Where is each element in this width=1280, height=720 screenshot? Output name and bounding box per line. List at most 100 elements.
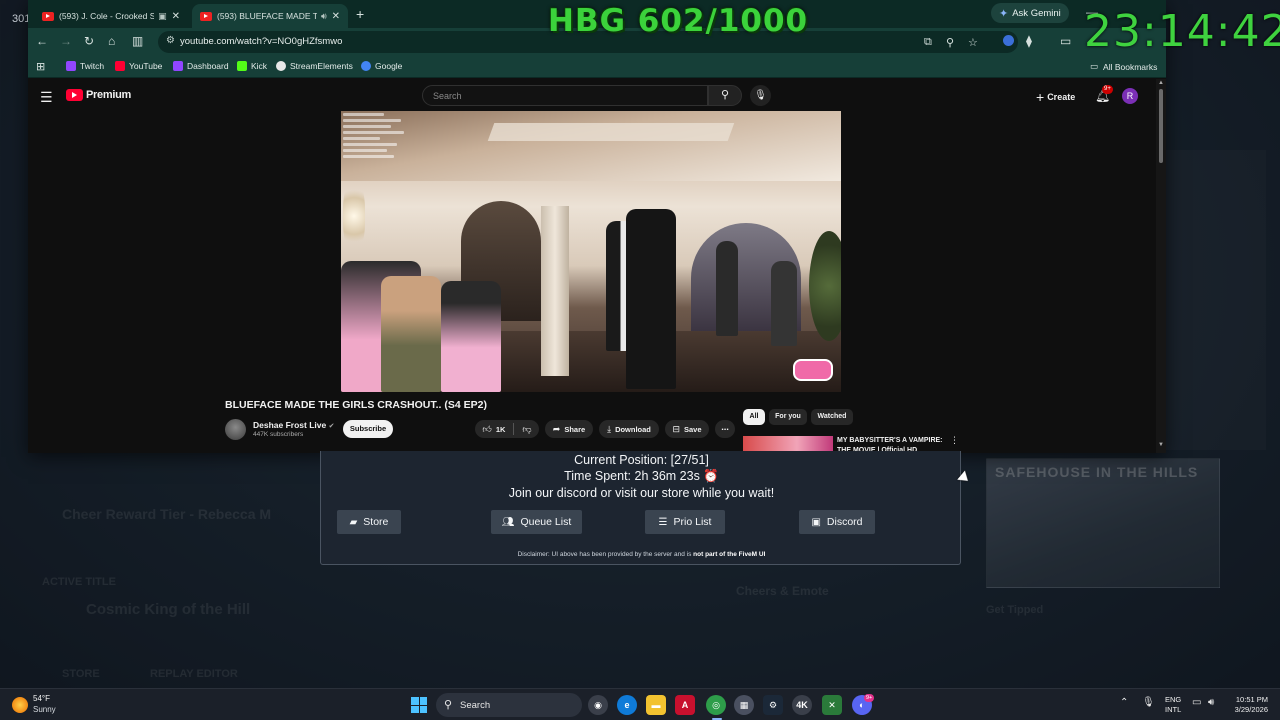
taskbar-search[interactable]: ⚲ Search	[436, 693, 582, 717]
thumbs-up-icon[interactable]: 👍︎	[482, 424, 491, 435]
download-button[interactable]: ⤓ Download	[599, 420, 659, 438]
share-label: Share	[564, 424, 586, 434]
taskbar-time: 10:51 PM	[1235, 695, 1268, 704]
app-icon[interactable]: ▦	[734, 695, 754, 715]
discord-badge: 9+	[864, 694, 875, 702]
adobe-icon[interactable]: A	[675, 695, 695, 715]
youtube-icon	[115, 61, 125, 71]
ask-gemini-button[interactable]: ✦ Ask Gemini	[991, 3, 1069, 23]
language-indicator[interactable]: ENG INTL	[1165, 695, 1181, 715]
more-options-icon[interactable]: ⋮	[950, 435, 959, 446]
hbg-counter: HBG 602/1000	[548, 3, 809, 39]
kick-icon	[237, 61, 247, 71]
speaker-icon[interactable]: 🔊︎	[321, 11, 327, 22]
forward-icon[interactable]: →	[60, 34, 72, 48]
bookmark-star-icon[interactable]: ☆	[968, 36, 978, 49]
file-explorer-icon[interactable]: ▬	[646, 695, 666, 715]
reload-icon[interactable]: ↻	[84, 34, 94, 48]
close-icon[interactable]: ✕	[332, 11, 340, 22]
bookmark-streamelements[interactable]: StreamElements	[276, 61, 353, 71]
chip-for-you[interactable]: For you	[769, 409, 807, 425]
share-button[interactable]: ➦ Share	[545, 420, 593, 438]
bookmark-kick[interactable]: Kick	[237, 61, 267, 71]
chip-watched[interactable]: Watched	[811, 409, 853, 425]
tab-label: (593) BLUEFACE MADE THE	[217, 11, 317, 21]
new-tab-icon[interactable]: +	[356, 6, 364, 22]
bookmark-youtube[interactable]: YouTube	[115, 61, 162, 71]
channel-name-text: Deshae Frost Live	[253, 420, 327, 430]
page-scrollbar[interactable]: ▲ ▼	[1156, 79, 1166, 453]
video-title: BLUEFACE MADE THE GIRLS CRASHOUT.. (S4 E…	[225, 399, 487, 411]
steam-icon[interactable]: ⚙︎	[763, 695, 783, 715]
tab-blueface[interactable]: (593) BLUEFACE MADE THE 🔊︎ ✕	[192, 4, 348, 28]
more-actions-icon[interactable]: ⋯	[715, 420, 735, 438]
monitor-icon[interactable]: ▭	[1192, 697, 1201, 708]
extension-shield-icon[interactable]	[1003, 35, 1014, 46]
home-icon[interactable]: ⌂	[108, 34, 115, 48]
tab-jcole[interactable]: (593) J. Cole - Crooked Sma ▣ ✕	[34, 4, 188, 28]
url-text: youtube.com/watch?v=NO0gHZfsmwo	[180, 36, 343, 47]
volume-icon[interactable]: 🔊︎	[1208, 697, 1214, 708]
video-scene-column	[541, 206, 569, 376]
bookmark-label: Twitch	[80, 61, 105, 71]
microphone-icon[interactable]: 🎙︎	[1142, 697, 1155, 708]
sun-icon[interactable]	[12, 697, 28, 713]
scrollbar-thumb[interactable]	[1159, 89, 1163, 163]
start-windows-icon[interactable]	[411, 697, 427, 713]
xbox-icon[interactable]: ✕	[822, 695, 842, 715]
scroll-down-icon[interactable]: ▼	[1158, 442, 1164, 448]
video-scene-person	[716, 241, 738, 336]
taskbar-clock[interactable]: 10:51 PM 3/29/2026	[1226, 695, 1268, 715]
video-scene-person	[381, 276, 441, 392]
bookmark-twitch[interactable]: Twitch	[66, 61, 104, 71]
language-code: ENG	[1165, 695, 1182, 704]
channel-name[interactable]: Deshae Frost Live ✔	[253, 420, 334, 430]
chevron-up-icon[interactable]: ⌃	[1120, 697, 1128, 708]
disclaimer-prefix: Disclaimer: UI above has been provided b…	[517, 551, 694, 558]
video-scene-person	[771, 261, 797, 346]
youtube-search-input[interactable]: Search	[422, 85, 708, 106]
scroll-up-icon[interactable]: ▲	[1158, 80, 1164, 86]
obs-icon[interactable]: ◉	[588, 695, 608, 715]
chrome-icon[interactable]: ◎	[706, 695, 726, 715]
back-icon[interactable]: ←	[36, 34, 48, 48]
discord-button[interactable]: ▣ Discord	[799, 510, 875, 534]
extensions-icon[interactable]: ⧫	[1026, 34, 1032, 48]
video-scene-ceiling	[341, 111, 841, 181]
queue-position: Current Position: [27/51]	[574, 453, 709, 467]
edge-icon[interactable]: e	[617, 695, 637, 715]
cast-icon: ▣	[158, 10, 167, 21]
tab-search-icon[interactable]: ▭	[1060, 34, 1071, 48]
queue-list-button[interactable]: 👥︎ Queue List	[491, 510, 582, 534]
all-bookmarks-button[interactable]: ▭ All Bookmarks	[1090, 61, 1157, 72]
weather-condition[interactable]: Sunny	[33, 705, 56, 714]
chip-all[interactable]: All	[743, 409, 765, 425]
search-icon[interactable]: ⚲	[708, 85, 742, 106]
zoom-icon[interactable]: ⚲	[946, 36, 954, 49]
video-player[interactable]	[341, 111, 841, 392]
site-info-icon[interactable]: ⚙︎	[166, 35, 175, 46]
create-button[interactable]: + Create	[1036, 89, 1075, 105]
taskbar-date: 3/29/2026	[1234, 705, 1268, 714]
bookmark-label: StreamElements	[290, 61, 353, 71]
store-button[interactable]: ▰ Store	[337, 510, 401, 534]
close-icon[interactable]: ✕	[172, 11, 180, 22]
bookmark-dashboard[interactable]: Dashboard	[173, 61, 229, 71]
save-button[interactable]: ⊟ Save	[665, 420, 709, 438]
thumbs-down-icon[interactable]: 👎︎	[522, 424, 531, 435]
like-count[interactable]: 1K	[496, 425, 506, 434]
microphone-icon[interactable]: 🎙︎	[750, 85, 771, 106]
subscribe-button[interactable]: Subscribe	[343, 420, 393, 438]
hamburger-menu-icon[interactable]: ☰	[40, 89, 53, 106]
4k-app-icon[interactable]: 4K	[792, 695, 812, 715]
side-panel-icon[interactable]: ▥	[132, 34, 143, 48]
youtube-premium-logo[interactable]: Premium	[66, 89, 131, 101]
account-avatar[interactable]: R	[1122, 88, 1138, 104]
apps-grid-icon[interactable]: ⊞	[36, 60, 45, 73]
prio-list-button[interactable]: ☰ Prio List	[645, 510, 725, 534]
bookmark-google[interactable]: Google	[361, 61, 402, 71]
channel-avatar[interactable]	[225, 419, 246, 440]
weather-temperature[interactable]: 54°F	[33, 694, 50, 703]
users-icon: 👥︎	[501, 516, 515, 528]
install-app-icon[interactable]: ⧉	[924, 36, 932, 49]
